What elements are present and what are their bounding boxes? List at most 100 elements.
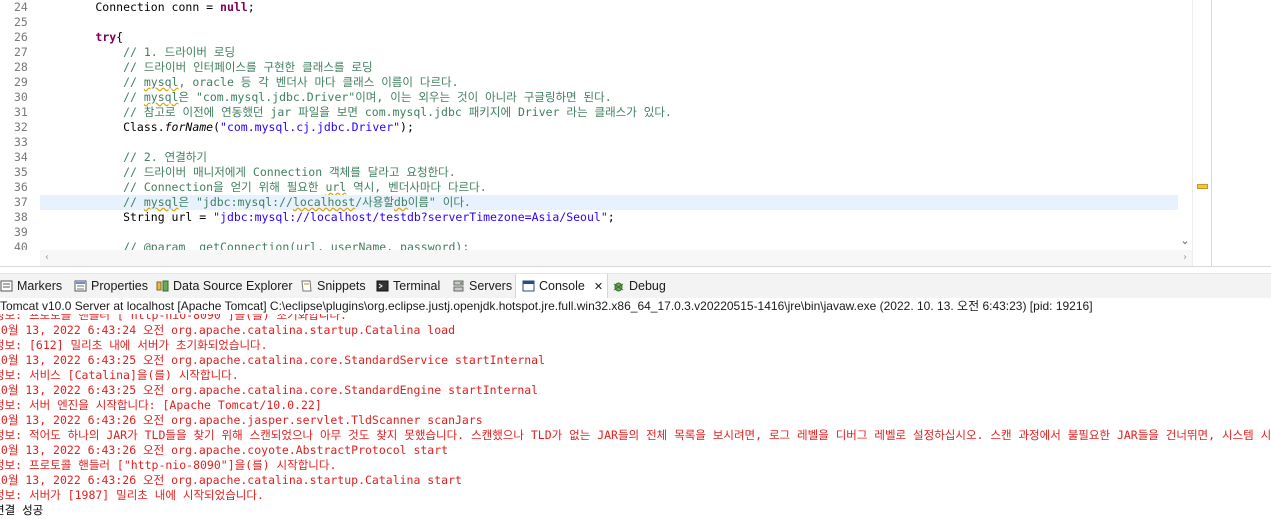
code-line[interactable]: // mysql은 "jdbc:mysql://localhost/사용할db이… <box>40 195 1178 210</box>
tab-snippets[interactable]: Snippets <box>300 274 366 298</box>
code-token: // <box>40 75 144 89</box>
code-token: 이름" 이다. <box>407 195 471 209</box>
outline-pane <box>1211 0 1271 266</box>
scroll-left-icon[interactable]: ‹ <box>40 251 54 265</box>
code-line[interactable]: // Connection을 얻기 위해 필요한 url 역시, 벤더사마다 다… <box>40 180 1178 195</box>
code-line[interactable]: // mysql, oracle 등 각 벤더사 마다 클래스 이름이 다르다. <box>40 75 1178 90</box>
tab-data-source-explorer[interactable]: Data Source Explorer <box>156 274 293 298</box>
code-token: 은 "com.mysql.jdbc.Driver"이며, 이는 외우는 것이 아… <box>178 90 612 104</box>
markers-icon <box>0 276 13 292</box>
code-editor[interactable]: 24 25 26 27 28 29 30 31 32 33 34 35 36 37 38 39 40 Conne… <box>0 0 1271 267</box>
tab-terminal[interactable]: Terminal <box>376 274 440 298</box>
code-token: 은 "jdbc:mysql:// <box>178 195 293 209</box>
code-token: ; <box>607 210 615 224</box>
console-launch-description: Tomcat v10.0 Server at localhost [Apache… <box>0 298 1271 314</box>
tab-servers[interactable]: Servers <box>452 274 512 298</box>
tab-label: Markers <box>17 279 63 293</box>
code-token: "com.mysql.cj.jdbc.Driver" <box>220 120 401 134</box>
code-token: forName <box>164 120 214 134</box>
code-token: mysql <box>143 75 179 89</box>
code-line[interactable]: // 2. 연결하기 <box>40 150 1178 165</box>
tab-label: Data Source Explorer <box>173 279 293 293</box>
code-token: // 2. 연결하기 <box>40 150 207 164</box>
properties-icon <box>74 276 87 292</box>
code-token: Connection conn = <box>40 0 221 14</box>
code-token: , oracle 등 각 벤더사 마다 클래스 이름이 다르다. <box>178 75 459 89</box>
code-token: db <box>393 195 408 209</box>
code-line[interactable]: // 드라이버 매니저에게 Connection 객체를 달라고 요청한다. <box>40 165 1178 180</box>
scroll-right-icon[interactable]: › <box>1178 251 1192 265</box>
console-line: 10월 13, 2022 6:43:25 오전 org.apache.catal… <box>0 353 546 367</box>
code-token: ; <box>247 0 255 14</box>
editor-vertical-scrollbar[interactable]: ⌄ <box>1178 0 1192 250</box>
code-token: url <box>325 180 347 194</box>
tab-label: Debug <box>629 279 666 293</box>
code-token: localhost <box>292 195 356 209</box>
code-token: // 드라이버 매니저에게 Connection 객체를 달라고 요청한다. <box>40 165 456 179</box>
code-token: // 참고로 이전에 연동했던 jar 파일을 보면 com.mysql.jdb… <box>40 105 672 119</box>
code-line[interactable]: try{ <box>40 30 1178 45</box>
line-number: 25 <box>14 15 28 29</box>
line-number: 37 <box>14 195 28 209</box>
scroll-down-icon[interactable]: ⌄ <box>1178 234 1192 248</box>
warning-marker[interactable] <box>1197 184 1208 189</box>
line-number: 32 <box>14 120 28 134</box>
code-line[interactable] <box>40 225 1178 240</box>
line-number: 39 <box>14 225 28 239</box>
tab-label: Properties <box>91 279 148 293</box>
console-line: 정보: 프로토콜 핸들러 ["http-nio-8090"]을(를) 초기화합니… <box>0 314 347 322</box>
code-line[interactable] <box>40 15 1178 30</box>
code-token: // 1. 드라이버 로딩 <box>40 45 236 59</box>
code-line[interactable]: // mysql은 "com.mysql.jdbc.Driver"이며, 이는 … <box>40 90 1178 105</box>
code-token: // Connection을 얻기 위해 필요한 <box>40 180 326 194</box>
code-line[interactable]: Connection conn = null; <box>40 0 1178 15</box>
console-line: 10월 13, 2022 6:43:25 오전 org.apache.catal… <box>0 383 539 397</box>
console-icon <box>522 276 535 292</box>
servers-icon <box>452 276 465 292</box>
console-output[interactable]: 정보: 프로토콜 핸들러 ["http-nio-8090"]을(를) 초기화합니… <box>0 314 1271 519</box>
code-line[interactable]: // 드라이버 인터페이스를 구현한 클래스를 로딩 <box>40 60 1178 75</box>
line-number: 29 <box>14 75 28 89</box>
editor-horizontal-scrollbar[interactable]: ‹ › <box>40 250 1192 266</box>
code-line[interactable]: // 참고로 이전에 연동했던 jar 파일을 보면 com.mysql.jdb… <box>40 105 1178 120</box>
console-line: 정보: 적어도 하나의 JAR가 TLD들을 찾기 위해 스캔되었으나 아무 것… <box>0 428 1271 442</box>
line-number: 38 <box>14 210 28 224</box>
code-token: /사용할 <box>355 195 394 209</box>
console-line: 정보: 프로토콜 핸들러 ["http-nio-8090"]을(를) 시작합니다… <box>0 458 337 472</box>
line-number: 31 <box>14 105 28 119</box>
terminal-icon <box>376 276 389 292</box>
tab-label: Terminal <box>393 279 441 293</box>
tab-label: Snippets <box>317 279 366 293</box>
line-number: 33 <box>14 135 28 149</box>
code-token: try <box>95 30 117 44</box>
code-area[interactable]: Connection conn = null; try{ // 1. 드라이버 … <box>40 0 1178 250</box>
line-number: 26 <box>14 30 28 44</box>
tab-markers[interactable]: Markers <box>0 274 62 298</box>
code-token: // @param getConnection(url, userName, p… <box>40 240 470 250</box>
line-number: 35 <box>14 165 28 179</box>
view-tab-bar: Markers Properties Data Source Explorer Sni… <box>0 273 1271 299</box>
code-token: { <box>116 30 124 44</box>
code-token: String url = <box>40 210 214 224</box>
code-line[interactable]: // 1. 드라이버 로딩 <box>40 45 1178 60</box>
code-token: Class. <box>40 120 165 134</box>
tab-properties[interactable]: Properties <box>74 274 148 298</box>
code-token: mysql <box>143 195 179 209</box>
tab-debug[interactable]: Debug <box>612 274 666 298</box>
code-line[interactable]: Class.forName("com.mysql.cj.jdbc.Driver"… <box>40 120 1178 135</box>
debug-icon <box>612 276 625 292</box>
code-token: // <box>40 195 144 209</box>
line-number-gutter: 24 25 26 27 28 29 30 31 32 33 34 35 36 37 38 39 40 <box>0 0 40 250</box>
code-token: mysql <box>143 90 179 104</box>
overview-ruler[interactable] <box>1192 0 1211 266</box>
close-icon[interactable]: ✕ <box>591 281 603 293</box>
tab-label: Console <box>539 279 585 293</box>
code-line[interactable] <box>40 135 1178 150</box>
console-line: 10월 13, 2022 6:43:26 오전 org.apache.coyot… <box>0 443 449 457</box>
line-number: 24 <box>14 0 28 14</box>
code-line[interactable]: String url = "jdbc:mysql://localhost/tes… <box>40 210 1178 225</box>
code-token: "jdbc:mysql://localhost/testdb?serverTim… <box>213 210 608 224</box>
code-line[interactable]: // @param getConnection(url, userName, p… <box>40 240 1178 250</box>
tab-console[interactable]: Console ✕ <box>515 274 609 299</box>
